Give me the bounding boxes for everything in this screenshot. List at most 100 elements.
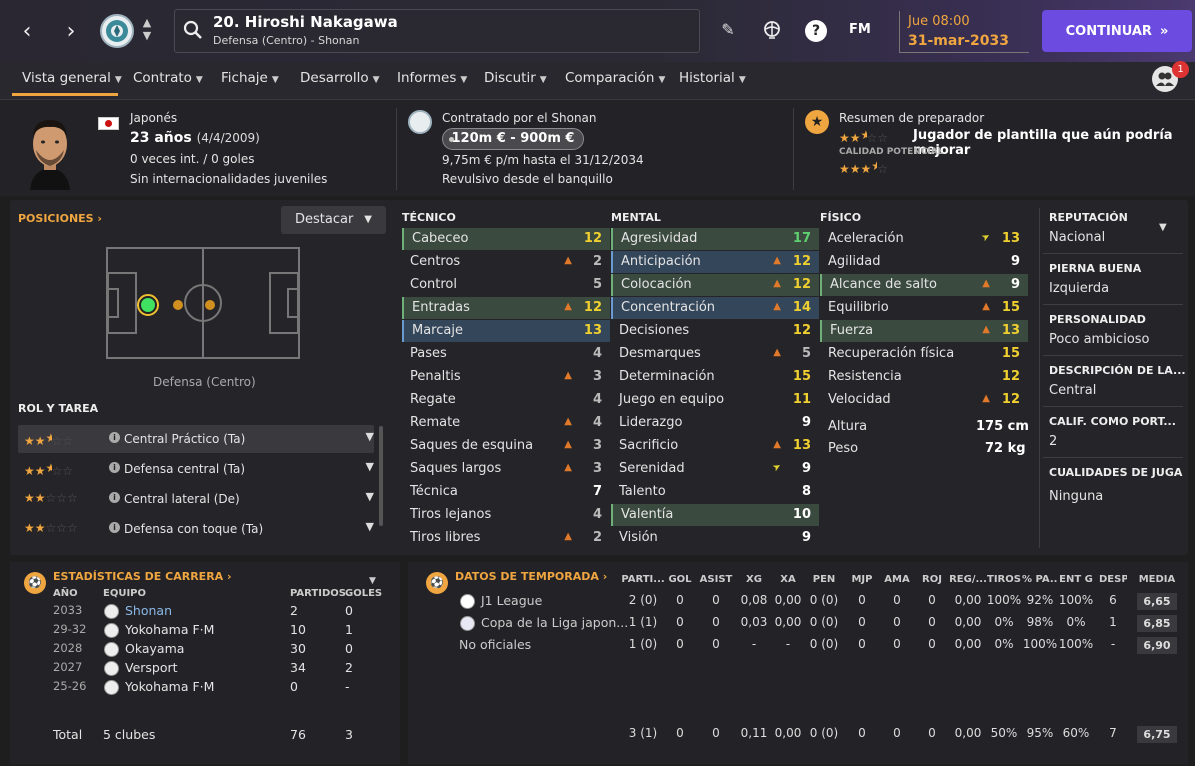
attribute-row[interactable]: Desmarques 5 ▲	[611, 343, 819, 365]
info-icon[interactable]: i	[109, 432, 120, 443]
season-col-header[interactable]: ASIST	[698, 574, 734, 585]
info-icon[interactable]: i	[109, 492, 120, 503]
forward-button[interactable]: ›	[54, 14, 88, 48]
attribute-row[interactable]: Sacrificio 13 ▲	[611, 435, 819, 457]
tab-history[interactable]: Historial ▼	[679, 70, 746, 86]
attribute-row[interactable]: Regate 4	[402, 389, 610, 411]
season-col-header[interactable]: ENT G	[1058, 574, 1094, 585]
club-badge-icon[interactable]	[100, 14, 134, 48]
attribute-row[interactable]: Control 5	[402, 274, 610, 296]
career-team[interactable]: Okayama	[125, 641, 184, 656]
attribute-row[interactable]: Agresividad 17	[611, 228, 819, 250]
competition-name[interactable]: No oficiales	[459, 637, 531, 652]
chevron-down-icon[interactable]: ▼	[369, 576, 376, 586]
season-col-header[interactable]: MJP	[847, 574, 877, 585]
fm-menu-icon[interactable]: FM	[849, 22, 871, 37]
attribute-row[interactable]: Centros 2 ▲	[402, 251, 610, 273]
highlight-dropdown[interactable]: Destacar ▼	[281, 206, 386, 234]
attribute-row[interactable]: Alcance de salto 9 ▲	[820, 274, 1028, 296]
attribute-row[interactable]: Concentración 14 ▲	[611, 297, 819, 319]
attribute-row[interactable]: Aceleración 13 ➤	[820, 228, 1028, 250]
attribute-row[interactable]: Agilidad 9	[820, 251, 1028, 273]
career-team[interactable]: Yokohama F·M	[125, 622, 214, 637]
season-col-header[interactable]: GOL	[665, 574, 695, 585]
roles-scrollbar[interactable]	[379, 426, 383, 526]
tab-reports[interactable]: Informes ▼	[397, 70, 467, 86]
competition-name[interactable]: J1 League	[481, 593, 542, 608]
trend-arrow-icon: ▲	[564, 531, 572, 542]
career-total-apps: 76	[290, 727, 306, 742]
season-stat-value: 0	[893, 615, 901, 629]
chevron-down-icon[interactable]: ▼	[366, 460, 374, 473]
tab-discuss[interactable]: Discutir ▼	[484, 70, 547, 86]
chevron-down-icon[interactable]: ▼	[366, 430, 374, 443]
attribute-row[interactable]: Saques de esquina 3 ▲	[402, 435, 610, 457]
role-row[interactable]: ★★★☆☆ i Central Práctico (Ta) ▼	[18, 425, 374, 453]
info-icon[interactable]: i	[109, 522, 120, 533]
career-team[interactable]: Versport	[125, 660, 178, 675]
attribute-row[interactable]: Entradas 12 ▲	[402, 297, 610, 319]
attribute-row[interactable]: Juego en equipo 11	[611, 389, 819, 411]
role-row[interactable]: ★★☆☆☆ i Central lateral (De) ▼	[18, 485, 374, 513]
season-col-header[interactable]: ROJ	[917, 574, 947, 585]
season-col-header[interactable]: XA	[771, 574, 805, 585]
season-col-header[interactable]: MEDIA	[1137, 574, 1177, 585]
player-up-down-arrows-icon[interactable]: ▲ ▼	[140, 16, 154, 46]
attribute-row[interactable]: Determinación 15	[611, 366, 819, 388]
attribute-row[interactable]: Técnica 7	[402, 481, 610, 503]
attribute-row[interactable]: Tiros lejanos 4	[402, 504, 610, 526]
attribute-row[interactable]: Cabeceo 12	[402, 228, 610, 250]
attribute-row[interactable]: Remate 4 ▲	[402, 412, 610, 434]
season-col-header[interactable]: REG/...	[948, 574, 988, 585]
tab-overview[interactable]: Vista general ▼	[22, 70, 122, 86]
role-row[interactable]: ★★☆☆☆ i Defensa con toque (Ta) ▼	[18, 515, 374, 543]
tab-development[interactable]: Desarrollo ▼	[300, 70, 380, 86]
tab-comparison[interactable]: Comparación ▼	[565, 70, 665, 86]
attribute-row[interactable]: Velocidad 12 ▲	[820, 389, 1028, 411]
season-col-header[interactable]: AMA	[882, 574, 912, 585]
attribute-row[interactable]: Liderazgo 9	[611, 412, 819, 434]
attribute-row[interactable]: Penaltis 3 ▲	[402, 366, 610, 388]
competition-name[interactable]: Copa de la Liga japon...	[481, 615, 628, 630]
attribute-row[interactable]: Recuperación física 15	[820, 343, 1028, 365]
attribute-row[interactable]: Pases 4	[402, 343, 610, 365]
attribute-row[interactable]: Valentía 10	[611, 504, 819, 526]
attribute-row[interactable]: Equilibrio 15 ▲	[820, 297, 1028, 319]
tab-contract[interactable]: Contrato ▼	[133, 70, 203, 86]
attribute-row[interactable]: Visión 9	[611, 527, 819, 549]
attribute-row[interactable]: Fuerza 13 ▲	[820, 320, 1028, 342]
season-col-header[interactable]: XG	[736, 574, 772, 585]
attribute-row[interactable]: Tiros libres 2 ▲	[402, 527, 610, 549]
info-icon[interactable]: i	[109, 462, 120, 473]
tab-transfer[interactable]: Fichaje ▼	[221, 70, 279, 86]
season-col-header[interactable]: % PA...	[1022, 574, 1058, 585]
edit-pencil-icon[interactable]: ✎	[717, 20, 739, 42]
attribute-row[interactable]: Marcaje 13	[402, 320, 610, 342]
chevron-down-icon[interactable]: ▼	[366, 520, 374, 533]
transfer-value[interactable]: 120m € - 900m €	[442, 128, 584, 150]
season-col-header[interactable]: PARTI...	[621, 574, 665, 585]
chevron-down-icon[interactable]: ▼	[1159, 222, 1167, 233]
attribute-row[interactable]: Saques largos 3 ▲	[402, 458, 610, 480]
search-icon[interactable]	[183, 20, 203, 40]
career-team[interactable]: Yokohama F·M	[125, 679, 214, 694]
positions-title[interactable]: POSICIONES ›	[18, 212, 102, 225]
back-button[interactable]: ‹	[10, 14, 44, 48]
world-icon[interactable]	[761, 20, 783, 42]
season-col-header[interactable]: TIROS	[986, 574, 1022, 585]
career-team[interactable]: Shonan	[125, 603, 172, 618]
attribute-row[interactable]: Decisiones 12	[611, 320, 819, 342]
season-stats-title[interactable]: DATOS DE TEMPORADA ›	[455, 570, 607, 583]
attribute-row[interactable]: Colocación 12 ▲	[611, 274, 819, 296]
season-col-header[interactable]: PEN	[806, 574, 842, 585]
help-icon[interactable]: ?	[805, 20, 827, 42]
attribute-row[interactable]: Anticipación 12 ▲	[611, 251, 819, 273]
role-row[interactable]: ★★★☆☆ i Defensa central (Ta) ▼	[18, 455, 374, 483]
attribute-row[interactable]: Resistencia 12	[820, 366, 1028, 388]
continue-button[interactable]: CONTINUAR »	[1042, 10, 1192, 52]
attribute-row[interactable]: Talento 8	[611, 481, 819, 503]
attribute-row[interactable]: Serenidad 9 ➤	[611, 458, 819, 480]
chevron-down-icon[interactable]: ▼	[366, 490, 374, 503]
career-stats-title[interactable]: ESTADÍSTICAS DE CARRERA ›	[53, 570, 232, 583]
season-col-header[interactable]: DESP	[1099, 574, 1127, 585]
